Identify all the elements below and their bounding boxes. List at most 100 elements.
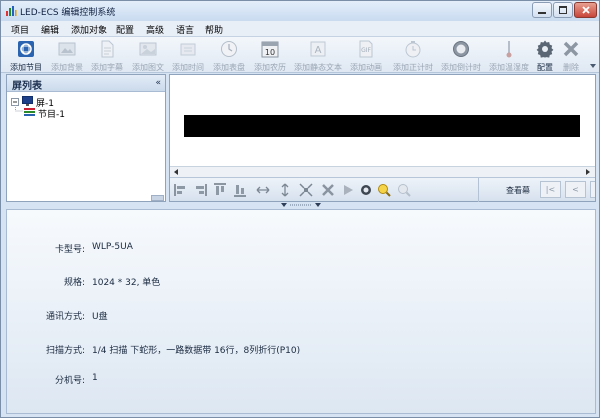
view-screen-label: 查看幕 xyxy=(506,186,530,195)
zoom-in-button[interactable] xyxy=(376,182,391,197)
add-animation-label: 添加动画 xyxy=(350,63,382,72)
play-button[interactable] xyxy=(340,182,355,197)
countdown-icon xyxy=(452,40,470,58)
splitter-grip-icon xyxy=(281,203,321,207)
align-left-button[interactable] xyxy=(173,182,188,197)
add-image-text-button[interactable]: 添加图文 xyxy=(128,38,168,72)
toolbar-overflow-icon[interactable] xyxy=(590,64,596,68)
info-key: 扫描方式: xyxy=(45,346,85,356)
info-key: 规格: xyxy=(63,278,85,288)
scroll-left-icon[interactable] xyxy=(172,168,180,176)
layout-toolbar: 查看幕 |< < xyxy=(170,177,595,202)
delete-button[interactable]: 删除 xyxy=(551,38,591,72)
card-info-panel: 卡型号: WLP-5UA 规格: 1024 * 32, 单色 通讯方式: U盘 扫描方… xyxy=(6,209,596,414)
program-list-icon xyxy=(24,108,35,116)
gif-icon: GIF xyxy=(357,40,375,58)
align-bottom-button[interactable] xyxy=(232,182,247,197)
align-left-icon xyxy=(173,183,185,196)
info-value: 1024 * 32, 单色 xyxy=(92,278,161,288)
menu-config[interactable]: 配置 xyxy=(116,23,134,36)
add-dial-button[interactable]: 添加表盘 xyxy=(209,38,249,72)
tree-item-program[interactable]: 节目-1 xyxy=(11,105,131,120)
screen-preview: 查看幕 |< < xyxy=(169,74,596,202)
stop-button[interactable] xyxy=(358,182,373,197)
title-bar[interactable]: LED-ECS 编辑控制系统 xyxy=(1,1,599,21)
background-icon xyxy=(58,40,76,58)
align-bottom-icon xyxy=(233,184,246,197)
remove-button[interactable] xyxy=(320,182,335,197)
svg-text:GIF: GIF xyxy=(361,47,371,54)
add-static-text-button[interactable]: A 添加静态文本 xyxy=(294,38,342,72)
fullscreen-button[interactable] xyxy=(298,182,313,197)
panel-resize-grip[interactable] xyxy=(151,195,164,201)
prev-page-button[interactable]: < xyxy=(565,181,586,198)
time-icon xyxy=(179,40,197,58)
maximize-icon xyxy=(559,6,567,14)
play-icon xyxy=(343,184,353,195)
expand-icon xyxy=(298,182,313,197)
info-key: 通讯方式: xyxy=(45,312,85,322)
stop-icon xyxy=(360,184,371,195)
menu-help[interactable]: 帮助 xyxy=(205,23,223,36)
count-up-icon xyxy=(404,40,422,58)
horizontal-scrollbar[interactable] xyxy=(170,166,595,177)
menu-edit[interactable]: 编辑 xyxy=(41,23,59,36)
menu-language[interactable]: 语言 xyxy=(176,23,194,36)
subtitle-icon xyxy=(98,40,116,58)
close-window-button[interactable] xyxy=(574,2,597,18)
align-top-icon xyxy=(213,182,226,195)
add-time-button[interactable]: 添加时间 xyxy=(168,38,208,72)
splitter[interactable] xyxy=(1,202,599,209)
zoom-out-button[interactable] xyxy=(396,182,411,197)
program-icon xyxy=(17,40,35,58)
minimize-button[interactable] xyxy=(532,2,552,18)
window-title: LED-ECS 编辑控制系统 xyxy=(20,8,116,18)
menu-bar: 项目 编辑 添加对象 配置 高级 语言 帮助 xyxy=(1,21,599,37)
minimize-icon xyxy=(538,12,546,14)
delete-label: 删除 xyxy=(563,63,579,72)
clock-dial-icon xyxy=(220,40,238,58)
add-countdown-label: 添加倒计时 xyxy=(441,63,481,72)
collapse-panel-button[interactable]: « xyxy=(155,78,161,88)
menu-project[interactable]: 项目 xyxy=(11,23,29,36)
menu-add-object[interactable]: 添加对象 xyxy=(71,23,107,36)
zoom-in-icon xyxy=(377,183,391,197)
add-lunar-button[interactable]: 10 添加农历 xyxy=(250,38,290,72)
align-top-button[interactable] xyxy=(212,182,227,197)
svg-text:A: A xyxy=(315,45,322,56)
add-animation-button[interactable]: GIF 添加动画 xyxy=(346,38,386,72)
toolbar-separator xyxy=(478,178,479,202)
scroll-right-icon[interactable] xyxy=(584,168,592,176)
maximize-button[interactable] xyxy=(553,2,573,18)
first-page-button[interactable]: |< xyxy=(540,181,561,198)
add-lunar-label: 添加农历 xyxy=(254,63,286,72)
add-background-button[interactable]: 添加背景 xyxy=(47,38,87,72)
app-window: LED-ECS 编辑控制系统 项目 编辑 添加对象 配置 高级 语言 帮助 添加… xyxy=(0,0,600,418)
horizontal-arrows-icon xyxy=(256,186,269,193)
info-value: U盘 xyxy=(92,312,108,322)
add-subtitle-button[interactable]: 添加字幕 xyxy=(87,38,127,72)
screen-list-header: 屏列表 « xyxy=(7,75,165,92)
next-page-button[interactable] xyxy=(590,181,595,198)
add-count-up-button[interactable]: 添加正计时 xyxy=(393,38,433,72)
remove-icon xyxy=(321,183,334,196)
led-screen-canvas[interactable] xyxy=(184,115,580,137)
svg-text:10: 10 xyxy=(265,48,275,57)
add-program-button[interactable]: 添加节目 xyxy=(6,38,46,72)
info-key: 卡型号: xyxy=(54,245,85,255)
screen-list-title: 屏列表 xyxy=(12,81,42,92)
add-static-text-label: 添加静态文本 xyxy=(294,63,342,72)
info-value: WLP-5UA xyxy=(92,242,133,252)
image-text-icon xyxy=(139,40,157,58)
equal-width-button[interactable] xyxy=(255,182,270,197)
add-countdown-button[interactable]: 添加倒计时 xyxy=(441,38,481,72)
toolbar: 添加节目 添加背景 添加字幕 添加图文 添加时间 添加表盘 10 添加农历 A … xyxy=(1,37,599,73)
vertical-arrows-icon xyxy=(281,183,288,196)
add-count-up-label: 添加正计时 xyxy=(393,63,433,72)
equal-height-button[interactable] xyxy=(277,182,292,197)
menu-advanced[interactable]: 高级 xyxy=(146,23,164,36)
align-right-icon xyxy=(195,183,207,196)
align-right-button[interactable] xyxy=(192,182,207,197)
thermometer-icon xyxy=(500,40,518,58)
static-text-icon: A xyxy=(309,40,327,58)
